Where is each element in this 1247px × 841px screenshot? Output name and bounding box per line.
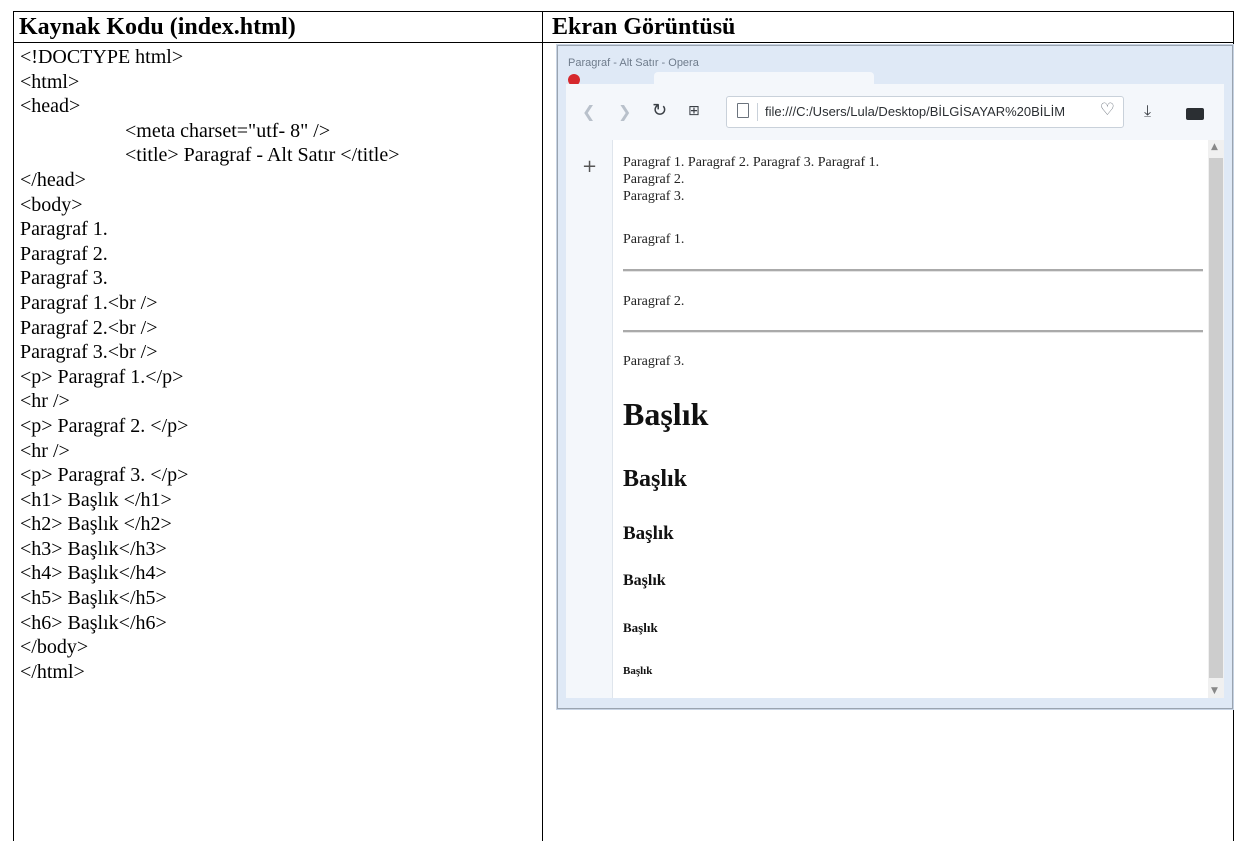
address-url[interactable]: file:///C:/Users/Lula/Desktop/BİLGİSAYAR… bbox=[765, 104, 1083, 119]
reload-icon[interactable]: ↻ bbox=[652, 100, 667, 121]
table-border-right bbox=[1233, 11, 1234, 841]
rendered-page: Paragraf 1. Paragraf 2. Paragraf 3. Para… bbox=[613, 140, 1208, 698]
plus-icon[interactable]: + bbox=[582, 156, 597, 177]
code-line: <hr /> bbox=[20, 439, 70, 462]
code-line: <h2> Başlık </h2> bbox=[20, 513, 172, 536]
code-line: <html> bbox=[20, 70, 80, 93]
text-line-3: Paragraf 3. bbox=[623, 189, 685, 204]
code-line: <h3> Başlık</h3> bbox=[20, 537, 167, 560]
code-line: <p> Paragraf 3. </p> bbox=[20, 464, 189, 487]
code-line: <hr /> bbox=[20, 390, 70, 413]
code-line: <h5> Başlık</h5> bbox=[20, 587, 167, 610]
code-line: <h6> Başlık</h6> bbox=[20, 611, 167, 634]
code-line: <p> Paragraf 1.</p> bbox=[20, 365, 184, 388]
browser-sidebar: + bbox=[566, 140, 613, 698]
battery-icon[interactable] bbox=[1186, 108, 1204, 120]
browser-titlebar: Paragraf - Alt Satır - Opera bbox=[558, 46, 1232, 84]
opera-menu-button[interactable] bbox=[568, 74, 658, 84]
scroll-up-icon[interactable]: ▲ bbox=[1211, 142, 1218, 152]
code-line: <h1> Başlık </h1> bbox=[20, 488, 172, 511]
scrollbar-thumb[interactable] bbox=[1209, 158, 1223, 678]
browser-toolbar: ❮ ❯ ↻ ⊞ file:///C:/Users/Lula/Desktop/Bİ… bbox=[566, 84, 1224, 141]
browser-window: Paragraf - Alt Satır - Opera ❮ ❯ ↻ ⊞ fil… bbox=[557, 45, 1233, 709]
browser-tab[interactable] bbox=[654, 72, 874, 84]
heading-h3: Başlık bbox=[623, 523, 674, 544]
code-line: <h4> Başlık</h4> bbox=[20, 562, 167, 585]
heart-icon[interactable]: ♡ bbox=[1100, 100, 1115, 120]
code-line: <!DOCTYPE html> bbox=[20, 46, 184, 68]
page-icon bbox=[737, 103, 749, 118]
code-line: <title> Paragraf - Alt Satır </title> bbox=[125, 144, 400, 167]
source-code-listing: <!DOCTYPE html> <html> <head> <meta char… bbox=[20, 45, 540, 684]
table-border-header bbox=[13, 42, 1234, 43]
horizontal-rule bbox=[623, 269, 1203, 272]
code-line: </body> bbox=[20, 636, 89, 659]
code-line: Paragraf 3. bbox=[20, 267, 108, 290]
code-line: Paragraf 2.<br /> bbox=[20, 316, 158, 339]
download-icon[interactable]: ⤓ bbox=[1144, 101, 1151, 121]
source-code-header: Kaynak Kodu (index.html) bbox=[19, 14, 296, 40]
heading-h5: Başlık bbox=[623, 620, 658, 635]
screenshot-header: Ekran Görüntüsü bbox=[552, 14, 736, 40]
window-title: Paragraf - Alt Satır - Opera bbox=[568, 57, 699, 69]
code-line: Paragraf 1.<br /> bbox=[20, 291, 158, 314]
code-line: Paragraf 2. bbox=[20, 242, 108, 265]
heading-h6: Başlık bbox=[623, 665, 653, 677]
vertical-scrollbar[interactable]: ▲ ▼ bbox=[1208, 140, 1224, 698]
code-line: Paragraf 1. bbox=[20, 218, 108, 241]
paragraph-3: Paragraf 3. bbox=[623, 354, 685, 369]
table-border-middle bbox=[542, 11, 543, 841]
table-border-left bbox=[13, 11, 14, 841]
code-line: <head> bbox=[20, 95, 81, 118]
forward-icon[interactable]: ❯ bbox=[618, 102, 631, 121]
paragraph-2: Paragraf 2. bbox=[623, 294, 685, 309]
code-line: </head> bbox=[20, 168, 86, 191]
address-separator bbox=[757, 103, 758, 121]
code-line: <meta charset="utf- 8" /> bbox=[125, 119, 331, 142]
text-line-1: Paragraf 1. Paragraf 2. Paragraf 3. Para… bbox=[623, 155, 880, 170]
opera-logo-icon bbox=[568, 74, 580, 84]
address-bar[interactable]: file:///C:/Users/Lula/Desktop/BİLGİSAYAR… bbox=[726, 96, 1124, 128]
paragraph-1: Paragraf 1. bbox=[623, 232, 685, 247]
heading-h2: Başlık bbox=[623, 466, 688, 492]
heading-h1: Başlık bbox=[623, 396, 709, 432]
code-line: <body> bbox=[20, 193, 83, 216]
text-line-2: Paragraf 2. bbox=[623, 172, 685, 187]
tab-strip bbox=[558, 72, 1232, 84]
heading-h4: Başlık bbox=[623, 572, 666, 589]
back-icon[interactable]: ❮ bbox=[582, 102, 595, 121]
scroll-down-icon[interactable]: ▼ bbox=[1211, 686, 1218, 696]
speed-dial-icon[interactable]: ⊞ bbox=[688, 103, 700, 119]
browser-bottom-frame bbox=[558, 698, 1232, 708]
horizontal-rule bbox=[623, 330, 1203, 333]
code-line: </html> bbox=[20, 660, 85, 683]
code-line: <p> Paragraf 2. </p> bbox=[20, 414, 189, 437]
code-line: Paragraf 3.<br /> bbox=[20, 341, 158, 364]
